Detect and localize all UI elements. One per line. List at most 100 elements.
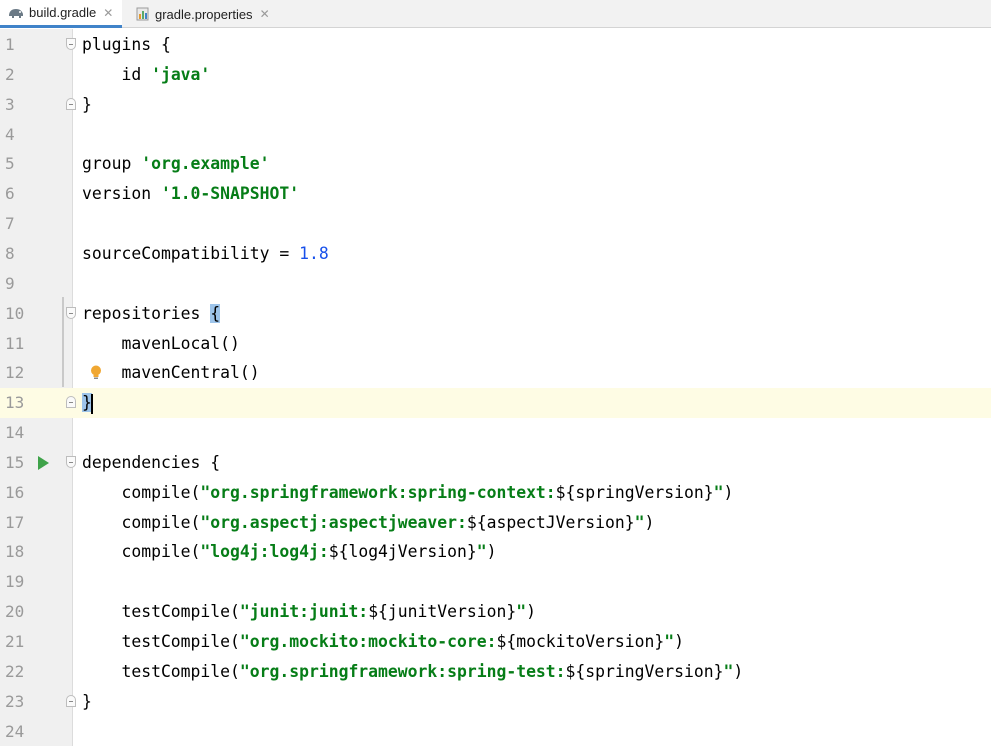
code-token: '1.0-SNAPSHOT' (160, 184, 300, 204)
line-number: 18 (5, 542, 25, 562)
code-line[interactable]: 21 testCompile("org.mockito:mockito-core… (0, 627, 991, 657)
line-number: 21 (5, 632, 25, 651)
code-token: compile( (82, 482, 201, 502)
code-text: compile("org.springframework:spring-cont… (82, 478, 733, 508)
line-number: 23 (5, 691, 25, 711)
code-text: compile("org.aspectj:aspectjweaver:${asp… (82, 508, 654, 538)
line-number: 9 (5, 273, 15, 293)
code-line[interactable]: 22 testCompile("org.springframework:spri… (0, 657, 991, 687)
fold-open-icon[interactable] (66, 306, 76, 319)
code-text: } (82, 90, 92, 120)
code-text: repositories { (82, 299, 221, 329)
code-text: id 'java' (82, 60, 210, 90)
code-text: group 'org.example' (82, 149, 270, 179)
line-number: 24 (5, 721, 25, 741)
fold-open-icon[interactable] (66, 38, 76, 50)
code-line[interactable]: 16 compile("org.springframework:spring-c… (0, 478, 991, 508)
code-line[interactable]: 24 (0, 717, 991, 747)
code-line[interactable]: 2 id 'java' (0, 60, 991, 90)
text-caret (90, 393, 93, 414)
code-token: ${log4jVersion} (328, 542, 477, 562)
code-line[interactable]: 23} (0, 687, 991, 717)
line-number: 19 (5, 572, 25, 592)
code-line[interactable]: 7 (0, 209, 991, 239)
line-number: 3 (5, 94, 15, 114)
code-token: id (82, 64, 152, 84)
lightbulb-icon[interactable] (90, 365, 102, 380)
code-line[interactable]: 18 compile("log4j:log4j:${log4jVersion}"… (0, 537, 991, 567)
code-text: compile("log4j:log4j:${log4jVersion}") (82, 537, 496, 567)
code-token: " (713, 482, 724, 502)
code-token: " (516, 602, 527, 622)
tab-gradle-properties[interactable]: gradle.properties ✕ (126, 0, 286, 28)
code-token: 'org.example' (141, 154, 270, 174)
code-line[interactable]: 20 testCompile("junit:junit:${junitVersi… (0, 597, 991, 627)
code-line[interactable]: 3} (0, 90, 991, 120)
code-line[interactable]: 17 compile("org.aspectj:aspectjweaver:${… (0, 508, 991, 538)
code-token: " (664, 632, 675, 651)
line-number: 8 (5, 243, 15, 263)
code-token: " (476, 542, 487, 562)
code-text: testCompile("org.mockito:mockito-core:${… (82, 627, 684, 657)
line-number: 1 (5, 35, 15, 54)
code-text: mavenCentral() (82, 358, 260, 388)
code-text: mavenLocal() (82, 329, 240, 359)
run-icon[interactable] (38, 455, 49, 470)
line-number: 14 (5, 423, 25, 443)
code-editor[interactable]: 1 plugins {2 id 'java' 3} 4 5 group 'org.exam… (0, 29, 991, 746)
code-text: plugins { (82, 30, 171, 60)
line-number: 13 (0, 388, 73, 419)
code-token: ) (644, 512, 655, 532)
code-line[interactable]: 15 dependencies { (0, 448, 991, 478)
code-line[interactable]: 14 (0, 418, 991, 448)
code-text: testCompile("org.springframework:spring-… (82, 657, 743, 687)
close-icon[interactable]: ✕ (260, 7, 270, 21)
code-token: repositories (82, 303, 211, 323)
code-token: ) (733, 661, 744, 681)
tab-label: gradle.properties (155, 6, 253, 22)
code-line[interactable]: 6 version '1.0-SNAPSHOT' (0, 179, 991, 209)
tab-build-gradle[interactable]: build.gradle ✕ (0, 0, 122, 28)
code-line[interactable]: 4 (0, 120, 991, 150)
code-line[interactable]: 19 (0, 567, 991, 597)
fold-close-icon[interactable] (66, 97, 76, 110)
code-token: group (82, 154, 142, 174)
code-token: dependencies { (82, 452, 221, 472)
line-number: 16 (5, 482, 25, 502)
code-text: testCompile("junit:junit:${junitVersion}… (82, 597, 536, 627)
code-text: version '1.0-SNAPSHOT' (82, 179, 299, 209)
close-icon[interactable]: ✕ (103, 6, 113, 20)
line-number: 10 (5, 303, 25, 323)
code-token: ${aspectJVersion} (466, 512, 635, 532)
fold-close-icon[interactable] (66, 694, 76, 707)
code-token: { (210, 303, 221, 323)
code-line[interactable]: 13} (0, 388, 991, 419)
fold-open-icon[interactable] (66, 455, 76, 468)
line-number: 15 (5, 452, 25, 472)
code-token: compile( (82, 512, 201, 532)
code-token: "org.springframework:spring-context: (200, 482, 556, 502)
code-line[interactable]: 8 sourceCompatibility = 1.8 (0, 239, 991, 269)
line-number: 17 (5, 512, 25, 532)
code-line[interactable]: 12 mavenCentral() (0, 358, 991, 388)
code-text: dependencies { (82, 448, 220, 478)
line-number: 22 (5, 661, 25, 681)
code-line[interactable]: 11 mavenLocal() (0, 329, 991, 359)
code-line[interactable]: 5 group 'org.example' (0, 149, 991, 179)
line-number: 12 (5, 363, 25, 383)
code-token: "junit:junit: (239, 602, 369, 622)
tab-label: build.gradle (29, 5, 97, 20)
code-token: testCompile( (82, 602, 240, 622)
code-token: ${mockitoVersion} (496, 632, 665, 651)
code-token: mavenLocal() (82, 333, 240, 353)
code-token: " (723, 661, 734, 681)
code-text: } (82, 388, 93, 418)
code-token: "org.aspectj:aspectjweaver: (200, 512, 467, 532)
code-token: mavenCentral() (82, 363, 260, 383)
fold-close-icon[interactable] (66, 396, 76, 409)
code-line[interactable]: 9 (0, 269, 991, 299)
code-line[interactable]: 10 repositories { (0, 299, 991, 329)
code-line[interactable]: 1 plugins { (0, 30, 991, 60)
code-token: "org.mockito:mockito-core: (239, 632, 497, 651)
code-token: sourceCompatibility = (82, 243, 300, 263)
